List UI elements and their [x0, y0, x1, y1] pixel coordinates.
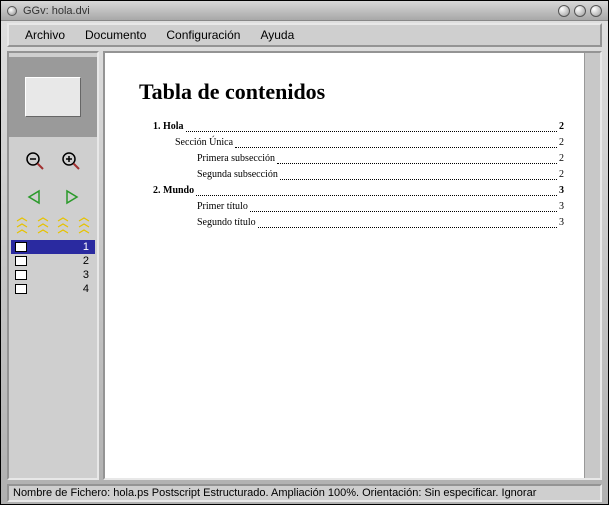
zoom-in-button[interactable]	[59, 149, 83, 173]
menu-help[interactable]: Ayuda	[250, 26, 304, 44]
toc-entry: Primera subsección 2	[139, 151, 564, 167]
table-of-contents: 1. Hola2Sección Única2Primera subsección…	[139, 119, 564, 231]
toc-page: 2	[559, 119, 564, 135]
toc-leader	[258, 215, 557, 228]
toc-label: Sección Única	[175, 135, 233, 151]
document-page[interactable]: Tabla de contenidos 1. Hola2Sección Únic…	[105, 53, 584, 478]
menu-file[interactable]: Archivo	[15, 26, 75, 44]
toc-leader	[280, 167, 557, 180]
zoom-out-button[interactable]	[23, 149, 47, 173]
chevron-icon	[37, 223, 49, 228]
mark-odd-button[interactable]	[57, 217, 69, 234]
window-title: GGv: hola.dvi	[23, 5, 90, 17]
toc-leader	[196, 183, 557, 196]
toc-entry: 2. Mundo 3	[139, 183, 564, 199]
page-number: 1	[83, 241, 89, 253]
toc-leader	[186, 119, 557, 132]
triangle-right-icon	[63, 189, 79, 205]
unmark-button[interactable]	[78, 217, 90, 234]
toc-page: 3	[559, 199, 564, 215]
page-number: 4	[83, 283, 89, 295]
menu-document[interactable]: Documento	[75, 26, 156, 44]
chevron-icon	[16, 223, 28, 228]
page-heading: Tabla de contenidos	[139, 79, 564, 105]
chevron-icon	[78, 223, 90, 228]
app-window: GGv: hola.dvi Archivo Documento Configur…	[0, 0, 609, 505]
zoom-controls	[9, 143, 97, 179]
page-list-item[interactable]: 3	[11, 268, 95, 282]
page-number: 2	[83, 255, 89, 267]
page-list-item[interactable]: 1	[11, 240, 95, 254]
status-text: Nombre de Fichero: hola.ps Postscript Es…	[13, 487, 536, 499]
chevron-icon	[37, 217, 49, 222]
nav-controls	[9, 179, 97, 215]
page-mark-checkbox[interactable]	[15, 284, 27, 294]
chevron-icon	[57, 217, 69, 222]
document-area: Tabla de contenidos 1. Hola2Sección Únic…	[103, 51, 602, 480]
mark-all-button[interactable]	[16, 217, 28, 234]
thumbnail-area	[9, 57, 97, 137]
page-mark-checkbox[interactable]	[15, 242, 27, 252]
chevron-icon	[57, 229, 69, 234]
toc-page: 2	[559, 151, 564, 167]
zoom-in-icon	[61, 151, 81, 171]
titlebar[interactable]: GGv: hola.dvi	[1, 1, 608, 21]
toc-page: 3	[559, 183, 564, 199]
page-list: 1 2 3 4	[11, 240, 95, 296]
menubar: Archivo Documento Configuración Ayuda	[7, 23, 602, 47]
chevron-icon	[37, 229, 49, 234]
page-list-item[interactable]: 2	[11, 254, 95, 268]
page-mark-checkbox[interactable]	[15, 270, 27, 280]
toc-entry: 1. Hola 2	[139, 119, 564, 135]
page-mark-checkbox[interactable]	[15, 256, 27, 266]
content-area: 1234 Tabla de contenidos 1. Hola2Sección…	[7, 51, 602, 480]
toc-label: Segunda subsección	[197, 167, 278, 183]
toc-label: Primera subsección	[197, 151, 275, 167]
mark-controls	[9, 215, 97, 236]
chevron-icon	[78, 217, 90, 222]
menu-config[interactable]: Configuración	[156, 26, 250, 44]
toc-page: 3	[559, 215, 564, 231]
page-number: 3	[83, 269, 89, 281]
toc-entry: Sección Única 2	[139, 135, 564, 151]
chevron-icon	[57, 223, 69, 228]
toc-page: 2	[559, 135, 564, 151]
toc-entry: Segundo título 3	[139, 215, 564, 231]
chevron-icon	[16, 229, 28, 234]
minimize-button[interactable]	[558, 5, 570, 17]
statusbar: Nombre de Fichero: hola.ps Postscript Es…	[7, 484, 602, 502]
sidebar: 1 2 3 4	[7, 51, 99, 480]
toc-label: 2. Mundo	[153, 183, 194, 199]
toc-page: 2	[559, 167, 564, 183]
page-thumbnail[interactable]	[25, 77, 81, 117]
toc-label: Primer título	[197, 199, 248, 215]
toc-label: Segundo título	[197, 215, 256, 231]
next-page-button[interactable]	[59, 185, 83, 209]
toc-label: 1. Hola	[153, 119, 184, 135]
maximize-button[interactable]	[574, 5, 586, 17]
chevron-icon	[16, 217, 28, 222]
toc-leader	[250, 199, 557, 212]
page-list-item[interactable]: 4	[11, 282, 95, 296]
toc-leader	[235, 135, 557, 148]
chevron-icon	[78, 229, 90, 234]
mark-even-button[interactable]	[37, 217, 49, 234]
toc-entry: Primer título 3	[139, 199, 564, 215]
close-button[interactable]	[590, 5, 602, 17]
prev-page-button[interactable]	[23, 185, 47, 209]
vertical-scrollbar[interactable]	[584, 53, 600, 478]
triangle-left-icon	[27, 189, 43, 205]
toc-entry: Segunda subsección 2	[139, 167, 564, 183]
toc-leader	[277, 151, 557, 164]
system-menu-icon[interactable]	[7, 6, 17, 16]
zoom-out-icon	[25, 151, 45, 171]
